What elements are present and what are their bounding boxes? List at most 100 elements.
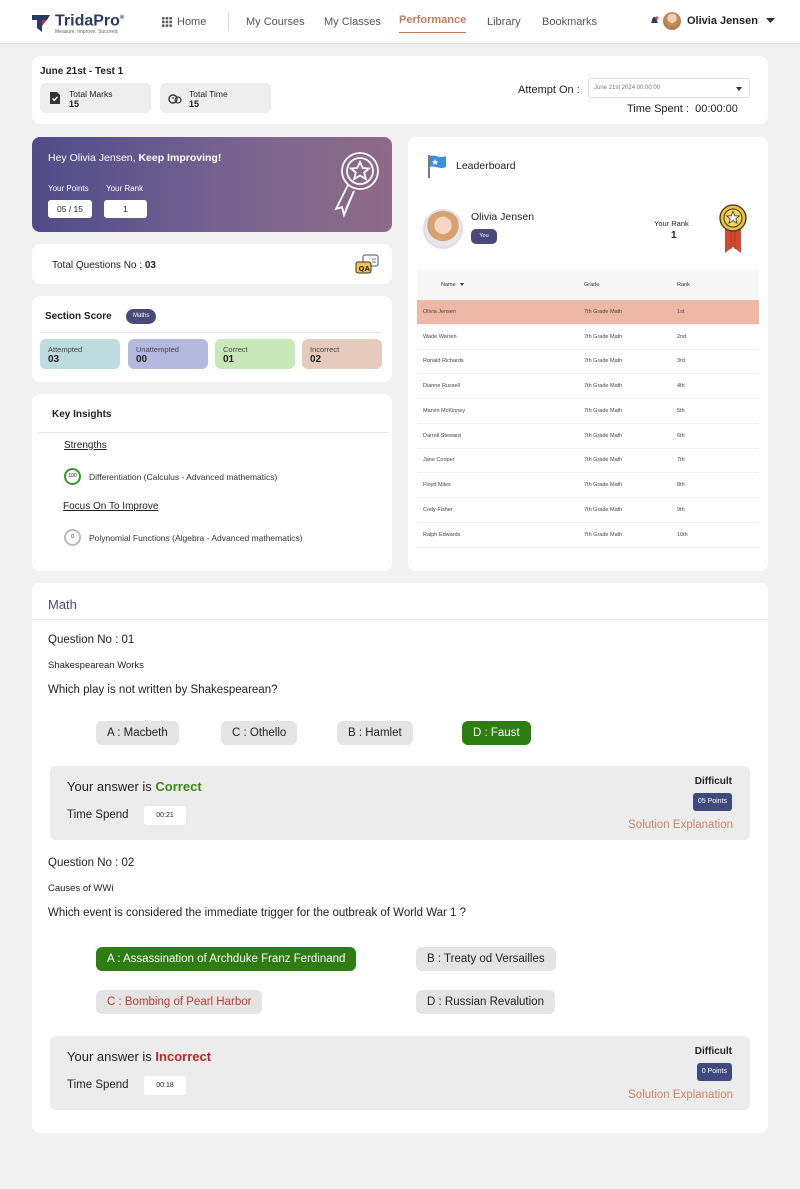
question-text: Which play is not written by Shakespeare… <box>48 684 278 696</box>
table-row[interactable]: Dianne Russell 7th Grade Math 4th <box>417 374 759 399</box>
greeting-emphasis: Keep Improving! <box>138 152 222 164</box>
user-name: Olivia Jensen <box>687 15 758 27</box>
table-row[interactable]: Olivia Jensen 7th Grade Math 1st <box>417 300 759 325</box>
row-name: Cody Fisher <box>423 506 453 513</box>
solution-explanation-link[interactable]: Solution Explanation <box>628 1089 733 1101</box>
total-questions: Total Questions No : 03 <box>52 260 156 271</box>
option-d-correct[interactable]: D : Faust <box>462 721 531 745</box>
notification-bell-icon[interactable] <box>650 16 659 26</box>
time-spend-label: Time Spend <box>67 809 129 821</box>
nav-my-courses[interactable]: My Courses <box>246 16 305 28</box>
your-rank-value: 1 <box>104 200 147 218</box>
table-row[interactable]: Ronald Richards 7th Grade Math 3rd <box>417 350 759 375</box>
row-rank: 3rd <box>677 358 685 365</box>
table-row[interactable]: Darrell Steward 7th Grade Math 6th <box>417 424 759 449</box>
answer-prefix: Your answer is <box>67 779 156 794</box>
your-points-label: Your Points <box>48 184 89 193</box>
strengths-heading: Strengths <box>64 440 107 451</box>
leaderboard-card: Leaderboard Olivia Jensen You Your Rank … <box>408 137 768 571</box>
attempt-date-value: June 21st 2024 00:00:00 <box>594 85 661 91</box>
column-rank-header: Rank <box>677 282 690 288</box>
unattempted-value: 00 <box>136 354 148 365</box>
table-body: Olivia Jensen 7th Grade Math 1st Wade Warre… <box>417 300 759 548</box>
strength-score-ring: 100 <box>64 468 81 485</box>
correct-box: Correct 01 <box>215 339 295 369</box>
svg-text:QA: QA <box>359 265 371 273</box>
table-row[interactable]: Wade Warren 7th Grade Math 2nd <box>417 325 759 350</box>
answer-status: Incorrect <box>155 1049 212 1064</box>
table-row[interactable]: Floyd Miles 7th Grade Math 8th <box>417 473 759 498</box>
row-grade: 7th Grade Math <box>584 358 623 365</box>
math-questions-card: Math Question No : 01 Shakespearean Work… <box>32 583 768 1133</box>
sort-caret-icon[interactable] <box>459 283 464 287</box>
nav-library[interactable]: Library <box>487 16 521 28</box>
tridapro-logo-icon <box>32 14 50 32</box>
total-time-value: 15 <box>189 99 200 109</box>
medal-ribbon-icon <box>719 204 747 253</box>
time-spent-label: Time Spent : <box>627 103 689 115</box>
row-rank: 6th <box>677 432 685 439</box>
row-rank: 10th <box>677 531 688 538</box>
nav-home[interactable]: Home <box>162 16 206 28</box>
dropdown-caret-icon <box>736 87 742 91</box>
table-header: Name Grade Rank <box>417 270 759 300</box>
document-check-icon <box>50 92 60 104</box>
your-rank-label: Your Rank <box>654 219 689 228</box>
user-menu[interactable]: Olivia Jensen <box>650 12 775 30</box>
attempt-on-label: Attempt On : <box>518 84 580 96</box>
row-name: Jane Cooper <box>423 457 455 464</box>
nav-performance[interactable]: Performance <box>399 14 467 33</box>
your-rank-label: Your Rank <box>106 184 144 193</box>
greeting-banner: Hey Olivia Jensen, Keep Improving! Your … <box>32 137 392 232</box>
row-name: Floyd Miles <box>423 482 451 489</box>
chevron-down-icon[interactable] <box>765 18 775 24</box>
nav-my-classes[interactable]: My Classes <box>324 16 381 28</box>
unattempted-label: Unattempted <box>136 345 179 354</box>
option-c-selected[interactable]: C : Bombing of Pearl Harbor <box>96 990 263 1014</box>
difficulty-label: Difficult <box>694 1046 732 1057</box>
row-grade: 7th Grade Math <box>584 333 623 340</box>
incorrect-box: Incorrect 02 <box>302 339 382 369</box>
row-name: Marvin McKinney <box>423 407 466 414</box>
test-title: June 21st - Test 1 <box>40 66 124 77</box>
user-avatar[interactable] <box>663 12 681 30</box>
question-number: Question No : 01 <box>48 634 135 646</box>
current-user-avatar <box>423 209 463 249</box>
table-row[interactable]: Marvin McKinney 7th Grade Math 5th <box>417 399 759 424</box>
question-number: Question No : 02 <box>48 857 135 869</box>
qa-icon: QA <box>355 254 379 274</box>
total-questions-value: 03 <box>144 260 156 271</box>
nav-bookmarks[interactable]: Bookmarks <box>542 16 597 28</box>
attempt-date-select[interactable]: June 21st 2024 00:00:00 <box>588 78 750 98</box>
correct-value: 01 <box>223 354 235 365</box>
key-insights-card: Key Insights Strengths 100 Differentiati… <box>32 394 392 571</box>
brand-logo[interactable]: TridaPro® Measure. Improve. Succeed. <box>30 10 124 35</box>
subject-pill[interactable]: Maths <box>126 309 157 324</box>
row-grade: 7th Grade Math <box>584 308 623 315</box>
total-time-stat: Total Time 15 <box>160 83 271 113</box>
total-marks-value: 15 <box>69 99 80 109</box>
column-grade-header: Grade <box>584 282 600 288</box>
option-b[interactable]: B : Treaty od Versailles <box>416 947 556 971</box>
option-b[interactable]: B : Hamlet <box>337 721 413 745</box>
option-a-correct[interactable]: A : Assassination of Archduke Franz Ferd… <box>96 947 357 971</box>
table-row[interactable]: Ralph Edwards 7th Grade Math 10th <box>417 523 759 548</box>
option-a[interactable]: A : Macbeth <box>96 721 179 745</box>
subject-title: Math <box>48 597 77 612</box>
option-c[interactable]: C : Othello <box>221 721 298 745</box>
option-d[interactable]: D : Russian Revalution <box>416 990 555 1014</box>
table-row[interactable]: Cody Fisher 7th Grade Math 9th <box>417 498 759 523</box>
brand-reg: ® <box>119 15 125 21</box>
row-name: Wade Warren <box>423 333 457 340</box>
star-badge-icon <box>334 152 379 218</box>
table-row[interactable]: Jane Cooper 7th Grade Math 7th <box>417 449 759 474</box>
row-grade: 7th Grade Math <box>584 506 623 513</box>
your-rank-value: 1 <box>671 230 677 241</box>
column-name-label: Name <box>441 282 456 288</box>
key-insights-title: Key Insights <box>52 409 112 420</box>
solution-explanation-link[interactable]: Solution Explanation <box>628 819 733 831</box>
answer-status: Correct <box>155 779 202 794</box>
your-points-value: 05 / 15 <box>48 200 92 218</box>
column-name-header[interactable]: Name <box>441 282 464 288</box>
points-badge: 05 Points <box>692 793 732 811</box>
